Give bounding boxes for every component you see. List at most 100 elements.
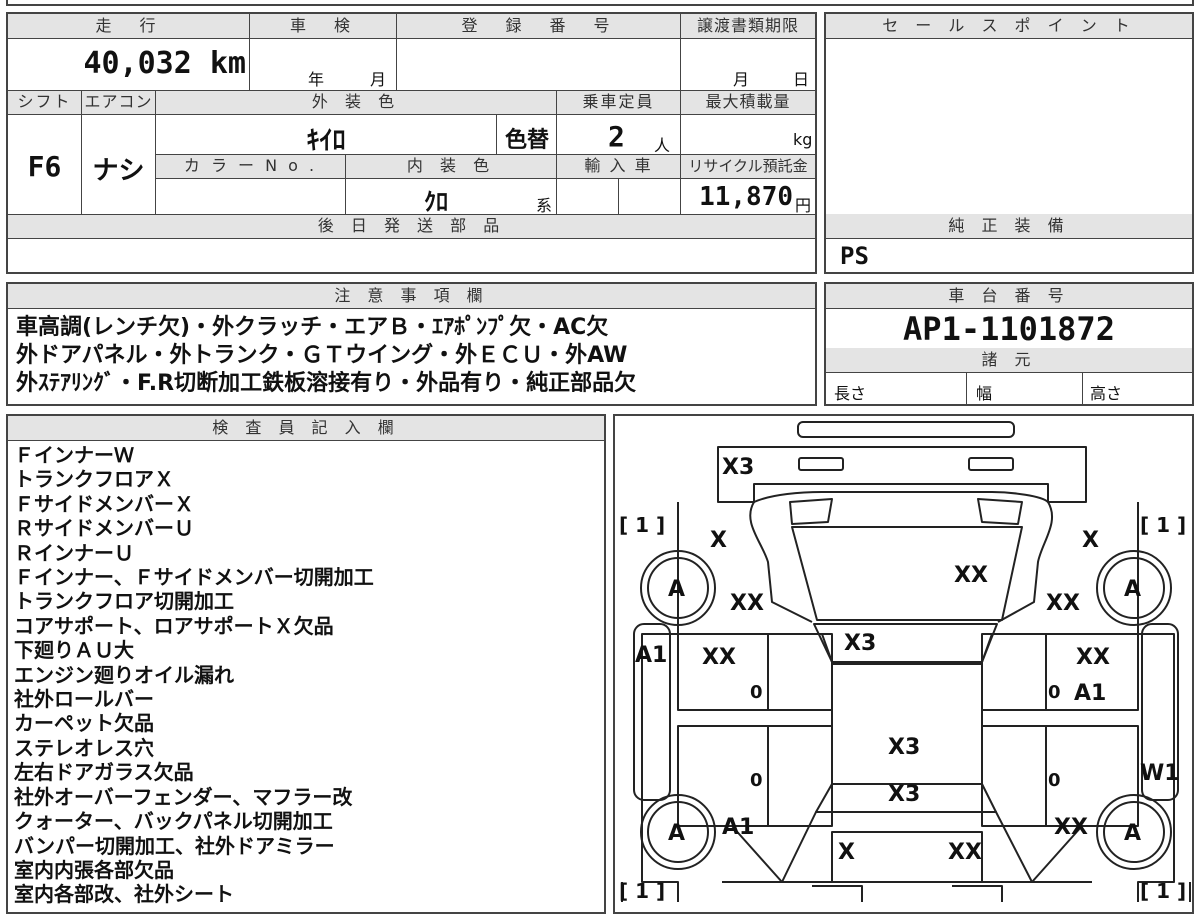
inspector-line: ＦサイドメンバーＸ bbox=[14, 491, 194, 516]
mark-right-rear-door: XX bbox=[1076, 645, 1110, 670]
right-door-mid bbox=[982, 709, 1138, 727]
inspector-line: クォーター、バックパネル切開加工 bbox=[14, 809, 333, 834]
inspector-line: トランクフロアＸ bbox=[14, 467, 174, 492]
mark-hood-left: X bbox=[838, 840, 855, 865]
inspector-panel: 検 査 員 記 入 欄 ＦインナーＷ トランクフロアＸ ＦサイドメンバーＸ Ｒサ… bbox=[6, 414, 606, 914]
exterior-color-value: ｷｲﾛ bbox=[306, 126, 346, 156]
mark-rear-bumper: X3 bbox=[722, 455, 754, 480]
header-shift: シフト bbox=[8, 90, 81, 114]
hood-shape bbox=[781, 811, 1033, 883]
mark-hood-right: XX bbox=[948, 840, 982, 865]
shaken-month: 月 bbox=[370, 70, 387, 89]
inspector-line: ＲインナーＵ bbox=[14, 540, 134, 565]
mark-right-rear-quarter: X bbox=[1082, 528, 1099, 553]
max-load-unit: kg bbox=[793, 130, 813, 149]
inspector-line: トランクフロア切開加工 bbox=[14, 589, 234, 614]
vehicle-info-table: 走 行 車 検 登 録 番 号 譲渡書類期限 40,032 km 年 月 月 日… bbox=[6, 12, 817, 274]
mark-left-door-glass-r: 0 bbox=[750, 682, 763, 703]
header-transfer-deadline: 譲渡書類期限 bbox=[681, 14, 815, 38]
header-inspector-notes: 検 査 員 記 入 欄 bbox=[8, 416, 604, 440]
chassis-panel: 車 台 番 号 AP1-1101872 諸 元 長さ 幅 高さ bbox=[824, 282, 1194, 406]
car-diagram-panel: X3 [ 1 ] [ 1 ] X X XX A A XX XX X3 A1 XX… bbox=[613, 414, 1194, 914]
mark-left-rocker: A1 bbox=[635, 643, 667, 668]
capacity-unit: 人 bbox=[654, 136, 671, 155]
shift-value: F6 bbox=[27, 150, 62, 183]
inspector-line: Ｆインナー、Ｆサイドメンバー切開加工 bbox=[14, 565, 374, 590]
mark-left-rear-fender: XX bbox=[730, 591, 764, 616]
mark-left-rear-door: XX bbox=[702, 645, 736, 670]
inspector-line: コアサポート、ロアサポートＸ欠品 bbox=[14, 613, 334, 638]
mark-left-front-fender: A1 bbox=[722, 815, 754, 840]
inspector-line: 室内各部改、社外シート bbox=[14, 882, 234, 907]
inspector-lines: ＦインナーＷ トランクフロアＸ ＦサイドメンバーＸ ＲサイドメンバーＵ Ｒインナ… bbox=[14, 443, 374, 907]
mark-rear-roof: X3 bbox=[844, 631, 876, 656]
rear-bumper-shape bbox=[717, 446, 1087, 503]
inspector-line: 下廻りＡＵ大 bbox=[14, 638, 134, 663]
rear-light-left bbox=[798, 457, 844, 471]
inspector-line: ＦインナーＷ bbox=[14, 443, 134, 467]
left-door-mid bbox=[678, 709, 832, 727]
mileage-value: 40,032 km bbox=[83, 46, 246, 81]
mark-roof: X3 bbox=[888, 735, 920, 760]
header-sales-point: セ ー ル ス ポ イ ン ト bbox=[826, 14, 1192, 38]
header-interior-color: 内 装 色 bbox=[346, 154, 556, 178]
header-mileage: 走 行 bbox=[8, 14, 249, 38]
transfer-month: 月 bbox=[733, 70, 750, 89]
mark-right-door-glass-f: 0 bbox=[1048, 770, 1061, 791]
inspector-line: 室内内張各部欠品 bbox=[14, 857, 174, 882]
transfer-day: 日 bbox=[793, 70, 810, 89]
mark-left-door-glass-f: 0 bbox=[750, 770, 763, 791]
header-color-number: カ ラ ー N o . bbox=[156, 154, 345, 178]
interior-color-suffix: 系 bbox=[536, 196, 553, 215]
shaken-year: 年 bbox=[308, 70, 325, 89]
note-line: 外ドアパネル・外トランク・ＧＴウイング・外ＥＣＵ・外AW bbox=[16, 343, 628, 368]
mark-right-pillar: A1 bbox=[1074, 681, 1106, 706]
capacity-value: 2 bbox=[608, 120, 625, 153]
mark-bracket-tl: [ 1 ] bbox=[619, 513, 665, 537]
aircon-value: ナシ bbox=[92, 156, 145, 186]
mark-windshield: X3 bbox=[888, 782, 920, 807]
mark-left-rear-wheel: A bbox=[668, 577, 685, 602]
note-line: 車高調(レンチ欠)・外クラッチ・エアＢ・ｴｱﾎﾟﾝﾌﾟ欠・AC欠 bbox=[16, 315, 609, 340]
spec-height-label: 高さ bbox=[1090, 384, 1123, 403]
header-shaken: 車 検 bbox=[250, 14, 396, 38]
mark-bracket-br: [ 1 ] bbox=[1140, 879, 1186, 903]
interior-color-value: ｸﾛ bbox=[424, 188, 448, 216]
roof-shape bbox=[831, 663, 983, 785]
mark-right-front-wheel: A bbox=[1124, 821, 1141, 846]
header-exterior-color: 外 装 色 bbox=[156, 90, 556, 114]
spec-width-label: 幅 bbox=[976, 384, 993, 403]
color-change-label: 色替 bbox=[504, 128, 549, 153]
note-line: 外ｽﾃｱﾘﾝｸﾞ・F.R切断加工鉄板溶接有り・外品有り・純正部品欠 bbox=[16, 371, 637, 396]
inspector-line: 社外オーバーフェンダー、マフラー改 bbox=[14, 784, 353, 809]
mark-right-rocker: W1 bbox=[1140, 761, 1180, 786]
inspector-line: 左右ドアガラス欠品 bbox=[14, 760, 194, 785]
trunk-vent-right bbox=[977, 498, 1023, 525]
mark-left-rear-quarter: X bbox=[710, 528, 727, 553]
spoiler-shape bbox=[797, 421, 1015, 438]
notes-lines: 車高調(レンチ欠)・外クラッチ・エアＢ・ｴｱﾎﾟﾝﾌﾟ欠・AC欠 外ドアパネル・… bbox=[16, 314, 811, 398]
inspector-line: カーペット欠品 bbox=[14, 711, 154, 736]
header-chassis-number: 車 台 番 号 bbox=[826, 284, 1192, 308]
header-aircon: エアコン bbox=[82, 90, 155, 114]
header-specs: 諸 元 bbox=[826, 348, 1192, 372]
header-max-load: 最大積載量 bbox=[681, 90, 815, 114]
inspector-line: エンジン廻りオイル漏れ bbox=[14, 662, 234, 687]
trunk-vent-left bbox=[789, 498, 833, 525]
notes-panel: 注 意 事 項 欄 車高調(レンチ欠)・外クラッチ・エアＢ・ｴｱﾎﾟﾝﾌﾟ欠・A… bbox=[6, 282, 817, 406]
mark-right-rear-fender: XX bbox=[1046, 591, 1080, 616]
header-later-parts: 後 日 発 送 部 品 bbox=[8, 214, 815, 238]
inspector-line: 社外ロールバー bbox=[14, 687, 154, 712]
inspector-line: ＲサイドメンバーＵ bbox=[14, 516, 194, 541]
sales-point-panel: セ ー ル ス ポ イ ン ト 純 正 装 備 PS bbox=[824, 12, 1194, 274]
mark-left-front-wheel: A bbox=[668, 821, 685, 846]
mark-right-rear-wheel: A bbox=[1124, 577, 1141, 602]
top-strip-remnant bbox=[6, 0, 1194, 6]
header-import: 輸 入 車 bbox=[557, 154, 680, 178]
genuine-equipment-value: PS bbox=[840, 242, 869, 270]
header-recycle-deposit: リサイクル預託金 bbox=[681, 154, 815, 178]
header-genuine-equipment: 純 正 装 備 bbox=[826, 214, 1192, 238]
spec-length-label: 長さ bbox=[834, 384, 867, 403]
chassis-number-value: AP1-1101872 bbox=[903, 310, 1115, 348]
recycle-deposit-value: 11,870 bbox=[699, 182, 793, 212]
